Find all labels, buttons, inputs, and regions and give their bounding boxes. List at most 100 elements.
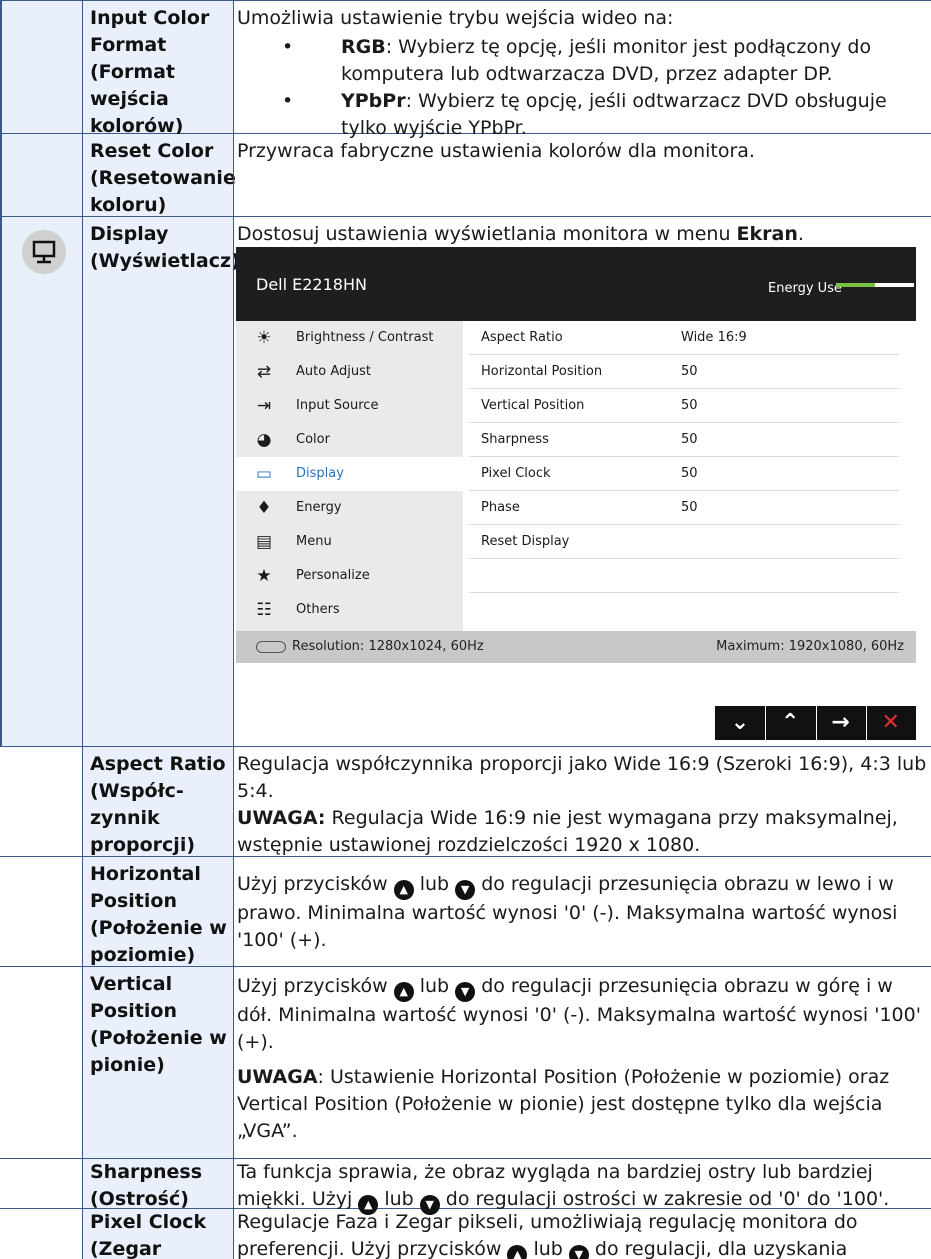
- osd-menu-item-label: Color: [296, 432, 330, 447]
- color-icon: ◕: [256, 430, 272, 450]
- star-icon: ★: [256, 566, 272, 586]
- display-icon: ▭: [255, 464, 273, 484]
- osd-setting-row[interactable]: Aspect Ratio Wide 16:9: [469, 321, 899, 355]
- down-button[interactable]: ⌄: [715, 706, 765, 740]
- osd-setting-value: 50: [681, 466, 698, 481]
- osd-setting-row[interactable]: Sharpness 50: [469, 423, 899, 457]
- energy-icon: ♦: [256, 498, 272, 518]
- osd-menu-item-others[interactable]: ☷ Others: [236, 593, 463, 627]
- row-description: Regulacje Faza i Zegar pikseli, umożliwi…: [233, 1209, 931, 1259]
- energy-use-fill: [836, 283, 875, 287]
- button-divider: [765, 706, 767, 740]
- row-label: Sharpness (Ostrość): [82, 1159, 233, 1210]
- osd-menu-item-auto-adjust[interactable]: ⇄ Auto Adjust: [236, 355, 463, 389]
- osd-setting-row[interactable]: Phase 50: [469, 491, 899, 525]
- down-arrow-icon: ▼: [455, 982, 476, 1002]
- osd-setting-value: Wide 16:9: [681, 330, 747, 345]
- input-source-icon: ⇥: [256, 396, 272, 416]
- osd-setting-row[interactable]: Pixel Clock 50: [469, 457, 899, 491]
- osd-menu-item-label: Personalize: [296, 568, 370, 583]
- osd-menu-item-input-source[interactable]: ⇥ Input Source: [236, 389, 463, 423]
- enter-button[interactable]: →: [816, 706, 866, 740]
- row-label: Vertical Position (Położenie w pionie): [82, 967, 233, 1158]
- osd-setting-row[interactable]: Vertical Position 50: [469, 389, 899, 423]
- osd-menu-item-label: Others: [296, 602, 340, 617]
- osd-button-bar: ⌄ ⌃ → ✕: [715, 706, 916, 740]
- row-aspect-ratio: Aspect Ratio (Współc- zynnik proporcji) …: [0, 747, 931, 857]
- osd-menu-item-color[interactable]: ◕ Color: [236, 423, 463, 457]
- osd-menu-item-menu[interactable]: ▤ Menu: [236, 525, 463, 559]
- osd-body: ☀ Brightness / Contrast ⇄ Auto Adjust ⇥ Input…: [236, 321, 916, 631]
- osd-menu-screenshot: Dell E2218HN Energy Use ☀ Brightness / Co…: [236, 247, 916, 663]
- row-horizontal-position: Horizontal Position (Położenie w poziomi…: [0, 857, 931, 967]
- up-arrow-icon: ▲: [393, 982, 414, 1002]
- osd-footer: Resolution: 1280x1024, 60Hz Maximum: 192…: [236, 631, 916, 663]
- osd-setting-name: Horizontal Position: [481, 364, 603, 379]
- row-description: Użyj przycisków ▲ lub ▼ do regulacji prz…: [233, 967, 931, 1158]
- osd-menu-item-brightness-contrast[interactable]: ☀ Brightness / Contrast: [236, 321, 463, 355]
- osd-setting-value: 50: [681, 432, 698, 447]
- intro-text: Umożliwia ustawienie trybu wejścia wideo…: [237, 7, 674, 29]
- osd-setting-name: Pixel Clock: [481, 466, 551, 481]
- row-pixel-clock: Pixel Clock (Zegar pikseli) Regulacje Fa…: [0, 1209, 931, 1259]
- osd-header: Dell E2218HN Energy Use: [236, 247, 916, 321]
- up-arrow-icon: ▲: [507, 1245, 528, 1259]
- menu-icon: ▤: [255, 532, 273, 552]
- icon-cell: [0, 217, 82, 746]
- osd-setting-row[interactable]: Reset Display: [469, 525, 899, 559]
- up-arrow-icon: ▲: [393, 880, 414, 900]
- osd-setting-name: Sharpness: [481, 432, 549, 447]
- osd-menu-item-label: Auto Adjust: [296, 364, 371, 379]
- osd-menu-item-label: Display: [296, 466, 344, 481]
- osd-menu-item-personalize[interactable]: ★ Personalize: [236, 559, 463, 593]
- resolution-text: Resolution: 1280x1024, 60Hz: [292, 639, 484, 654]
- osd-setting-name: Reset Display: [481, 534, 570, 549]
- others-icon: ☷: [256, 600, 272, 620]
- osd-menu-item-display[interactable]: ▭ Display: [236, 457, 463, 491]
- auto-adjust-icon: ⇄: [256, 362, 272, 382]
- osd-main-menu: ☀ Brightness / Contrast ⇄ Auto Adjust ⇥ Input…: [236, 321, 463, 631]
- osd-setting-row[interactable]: Horizontal Position 50: [469, 355, 899, 389]
- vga-connector-icon: [256, 641, 286, 653]
- down-arrow-icon: ▼: [568, 1245, 589, 1259]
- row-description: Ta funkcja sprawia, że obraz wygląda na …: [233, 1159, 931, 1215]
- up-button[interactable]: ⌃: [765, 706, 815, 740]
- osd-submenu: Aspect Ratio Wide 16:9 Horizontal Position…: [469, 321, 914, 631]
- display-icon: [22, 230, 66, 274]
- osd-setting-name: Vertical Position: [481, 398, 585, 413]
- osd-menu-item-label: Energy: [296, 500, 342, 515]
- row-input-color-format: Input Color Format (Format wejścia kolor…: [0, 0, 931, 139]
- osd-setting-row: [469, 559, 899, 593]
- icon-cell: [0, 134, 82, 216]
- button-divider: [865, 706, 867, 740]
- row-label: Pixel Clock (Zegar pikseli): [82, 1209, 233, 1259]
- osd-menu-item-energy[interactable]: ♦ Energy: [236, 491, 463, 525]
- brightness-icon: ☀: [256, 328, 272, 348]
- osd-setting-name: Aspect Ratio: [481, 330, 563, 345]
- osd-menu-item-label: Menu: [296, 534, 332, 549]
- row-description: Użyj przycisków ▲ lub ▼ do regulacji prz…: [233, 857, 931, 966]
- bullet-rgb: • RGB: Wybierz tę opcję, jeśli monitor je…: [282, 36, 872, 85]
- row-label: Aspect Ratio (Współc- zynnik proporcji): [82, 747, 233, 856]
- osd-setting-value: 50: [681, 398, 698, 413]
- row-label: Display (Wyświetlacz): [82, 217, 240, 746]
- exit-button[interactable]: ✕: [866, 706, 916, 740]
- down-arrow-icon: ▼: [455, 880, 476, 900]
- row-label: Horizontal Position (Położenie w poziomi…: [82, 857, 233, 966]
- row-reset-color: Reset Color (Resetowanie koloru) Przywra…: [0, 134, 931, 217]
- osd-model-title: Dell E2218HN: [256, 275, 367, 294]
- energy-use-bar: [836, 283, 914, 287]
- button-divider: [815, 706, 817, 740]
- row-description: Umożliwia ustawienie trybu wejścia wideo…: [233, 1, 931, 139]
- row-description: Przywraca fabryczne ustawienia kolorów d…: [233, 134, 931, 216]
- osd-setting-value: 50: [681, 364, 698, 379]
- icon-cell: [0, 1, 82, 133]
- row-label: Input Color Format (Format wejścia kolor…: [82, 1, 233, 137]
- row-sharpness: Sharpness (Ostrość) Ta funkcja sprawia, …: [0, 1159, 931, 1215]
- osd-setting-name: Phase: [481, 500, 520, 515]
- osd-menu-item-label: Brightness / Contrast: [296, 330, 434, 345]
- row-description: Regulacja współczynnika proporcji jako W…: [233, 747, 931, 856]
- energy-use-label: Energy Use: [768, 281, 842, 296]
- osd-menu-item-label: Input Source: [296, 398, 379, 413]
- row-label: Reset Color (Resetowanie koloru): [82, 134, 236, 216]
